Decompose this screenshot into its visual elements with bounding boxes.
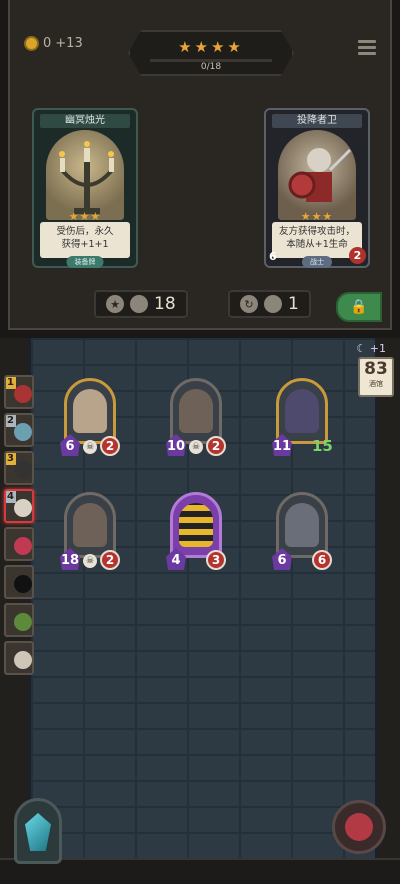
menu-icon[interactable] <box>358 40 376 56</box>
moon-gain: ☾ +1 <box>356 342 386 355</box>
refresh-button[interactable]: ↻ 1 <box>228 290 311 318</box>
card-title: 投降者卫 <box>272 114 362 128</box>
shop-card-1[interactable]: 幽冥烛光 ★★★ 受伤后，永久 获得+1+1 装备牌 <box>32 108 138 268</box>
gold-gain: +13 <box>55 36 83 51</box>
coin-icon <box>264 295 282 313</box>
tier-label: 酒馆 <box>369 380 383 388</box>
unit-portrait <box>276 492 328 558</box>
unit-health: 2 <box>100 436 120 456</box>
opponent-avatar <box>14 423 32 441</box>
queue-slot[interactable]: 2 <box>4 413 34 447</box>
opponent-avatar <box>14 461 32 479</box>
queue-slot[interactable] <box>4 565 34 599</box>
opponent-avatar <box>14 499 32 517</box>
queue-slot[interactable]: 3 <box>4 451 34 485</box>
refresh-icon: ↻ <box>240 295 258 313</box>
unit-portrait <box>170 492 222 558</box>
star-icon: ★ <box>106 295 124 313</box>
pig-icon <box>345 813 373 841</box>
board-unit-6[interactable]: 6 6 <box>272 492 332 570</box>
unit-health: 2 <box>100 550 120 570</box>
board-unit-2[interactable]: 10 ☠ 2 <box>166 378 226 456</box>
gold-value: 0 <box>43 36 52 51</box>
star-banner: ★★★★ 0/18 <box>128 30 294 76</box>
coin-icon <box>130 295 148 313</box>
skull-icon: ☠ <box>189 440 203 454</box>
gold-display: 0 +13 <box>24 36 83 51</box>
card-description: 受伤后，永久 获得+1+1 <box>40 222 130 258</box>
star-counter: ★ 18 <box>94 290 188 318</box>
coin-icon <box>24 36 39 51</box>
lock-button[interactable]: 🔒 <box>336 292 382 322</box>
unit-portrait <box>64 492 116 558</box>
opponent-avatar <box>14 537 32 555</box>
card-tag: 战士 <box>302 256 332 268</box>
queue-slot[interactable] <box>4 603 34 637</box>
opponent-queue: 1 2 3 4 <box>4 375 40 679</box>
star-count: 18 <box>154 294 176 314</box>
queue-slot[interactable] <box>4 641 34 675</box>
opponent-avatar <box>14 651 32 669</box>
queue-slot-current[interactable]: 4 <box>4 489 34 523</box>
crystal-icon <box>25 813 51 851</box>
tavern-stars: ★★★★ <box>178 38 244 56</box>
unit-portrait <box>170 378 222 444</box>
card-tag: 装备牌 <box>66 256 104 268</box>
opponent-avatar <box>14 385 32 403</box>
refresh-cost: 1 <box>288 294 299 314</box>
shop-card-2[interactable]: 投降者卫 ★★★ 友方获得攻击时， 本随从+1生命 6 战士 2 <box>264 108 370 268</box>
warrior-art <box>278 130 356 220</box>
lock-icon: 🔒 <box>350 299 368 315</box>
opponent-portrait[interactable] <box>332 800 386 854</box>
opponent-avatar <box>14 613 32 631</box>
card-health: 2 <box>349 247 366 264</box>
unit-health: 6 <box>312 550 332 570</box>
unit-portrait <box>64 378 116 444</box>
progress-text: 0/18 <box>200 62 222 72</box>
card-attack: 6 <box>269 250 277 263</box>
hero-power-button[interactable] <box>14 798 62 864</box>
moon-icon: ☾ <box>356 342 367 355</box>
board-unit-5[interactable]: 4 3 <box>166 492 226 570</box>
skull-icon: ☠ <box>83 554 97 568</box>
tier-value: 83 <box>364 359 388 379</box>
unit-health: 2 <box>206 436 226 456</box>
shop-panel: 0 +13 ★★★★ 0/18 幽冥烛光 ★★★ 受伤后，永久 获得+1+1 装… <box>8 0 392 330</box>
tavern-tier[interactable]: 83 酒馆 <box>358 357 394 397</box>
board-unit-1[interactable]: 6 ☠ 2 <box>60 378 120 456</box>
queue-slot[interactable]: 1 <box>4 375 34 409</box>
board-unit-4[interactable]: 18 ☠ 2 <box>60 492 120 570</box>
queue-slot[interactable] <box>4 527 34 561</box>
opponent-avatar <box>14 575 32 593</box>
board-unit-3[interactable]: 11 15 <box>272 378 333 456</box>
candelabra-art <box>46 130 124 220</box>
skull-icon: ☠ <box>83 440 97 454</box>
unit-portrait <box>276 378 328 444</box>
unit-health: 15 <box>312 437 333 455</box>
unit-health: 3 <box>206 550 226 570</box>
card-title: 幽冥烛光 <box>40 114 130 128</box>
